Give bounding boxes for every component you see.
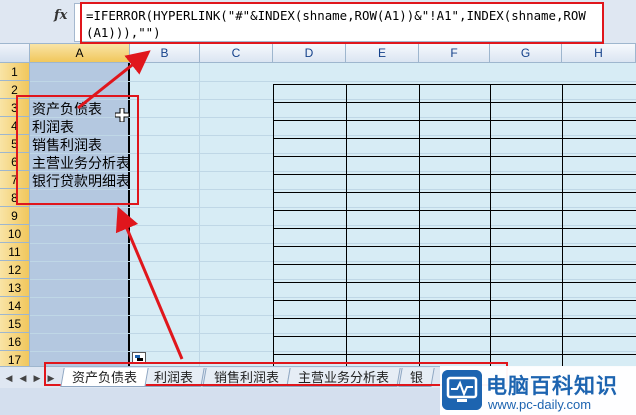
column-header-d[interactable]: D [273, 44, 346, 63]
row-header-9[interactable]: 9 [0, 207, 30, 225]
monitor-icon [442, 370, 482, 410]
site-logo: 电脑百科知识 www.pc-daily.com [440, 366, 636, 415]
tab-balance-sheet[interactable]: 资产负债表 [60, 368, 149, 387]
column-header-c[interactable]: C [200, 44, 273, 63]
column-header-a[interactable]: A [30, 44, 130, 63]
row-header-10[interactable]: 10 [0, 225, 30, 243]
formula-highlight-box [80, 2, 604, 44]
column-header-h[interactable]: H [562, 44, 636, 63]
row-header-1[interactable]: 1 [0, 63, 30, 81]
column-header-g[interactable]: G [490, 44, 562, 63]
fx-icon[interactable]: fx [54, 8, 67, 23]
prev-sheet-icon[interactable]: ◀ [18, 373, 28, 383]
logo-url: www.pc-daily.com [488, 397, 592, 412]
column-header-b[interactable]: B [130, 44, 200, 63]
first-sheet-icon[interactable]: ◀ [4, 373, 14, 383]
column-header-f[interactable]: F [419, 44, 490, 63]
row-header-17[interactable]: 17 [0, 351, 30, 366]
bordered-table[interactable] [273, 84, 636, 366]
sheet-list-highlight-box [16, 95, 139, 205]
row-header-13[interactable]: 13 [0, 279, 30, 297]
next-sheet-icon[interactable]: ▶ [32, 373, 42, 383]
row-header-16[interactable]: 16 [0, 333, 30, 351]
row-header-15[interactable]: 15 [0, 315, 30, 333]
row-header-14[interactable]: 14 [0, 297, 30, 315]
select-all-corner[interactable] [0, 44, 30, 63]
row-header-12[interactable]: 12 [0, 261, 30, 279]
logo-title: 电脑百科知识 [486, 375, 618, 398]
column-header-e[interactable]: E [346, 44, 419, 63]
row-header-11[interactable]: 11 [0, 243, 30, 261]
